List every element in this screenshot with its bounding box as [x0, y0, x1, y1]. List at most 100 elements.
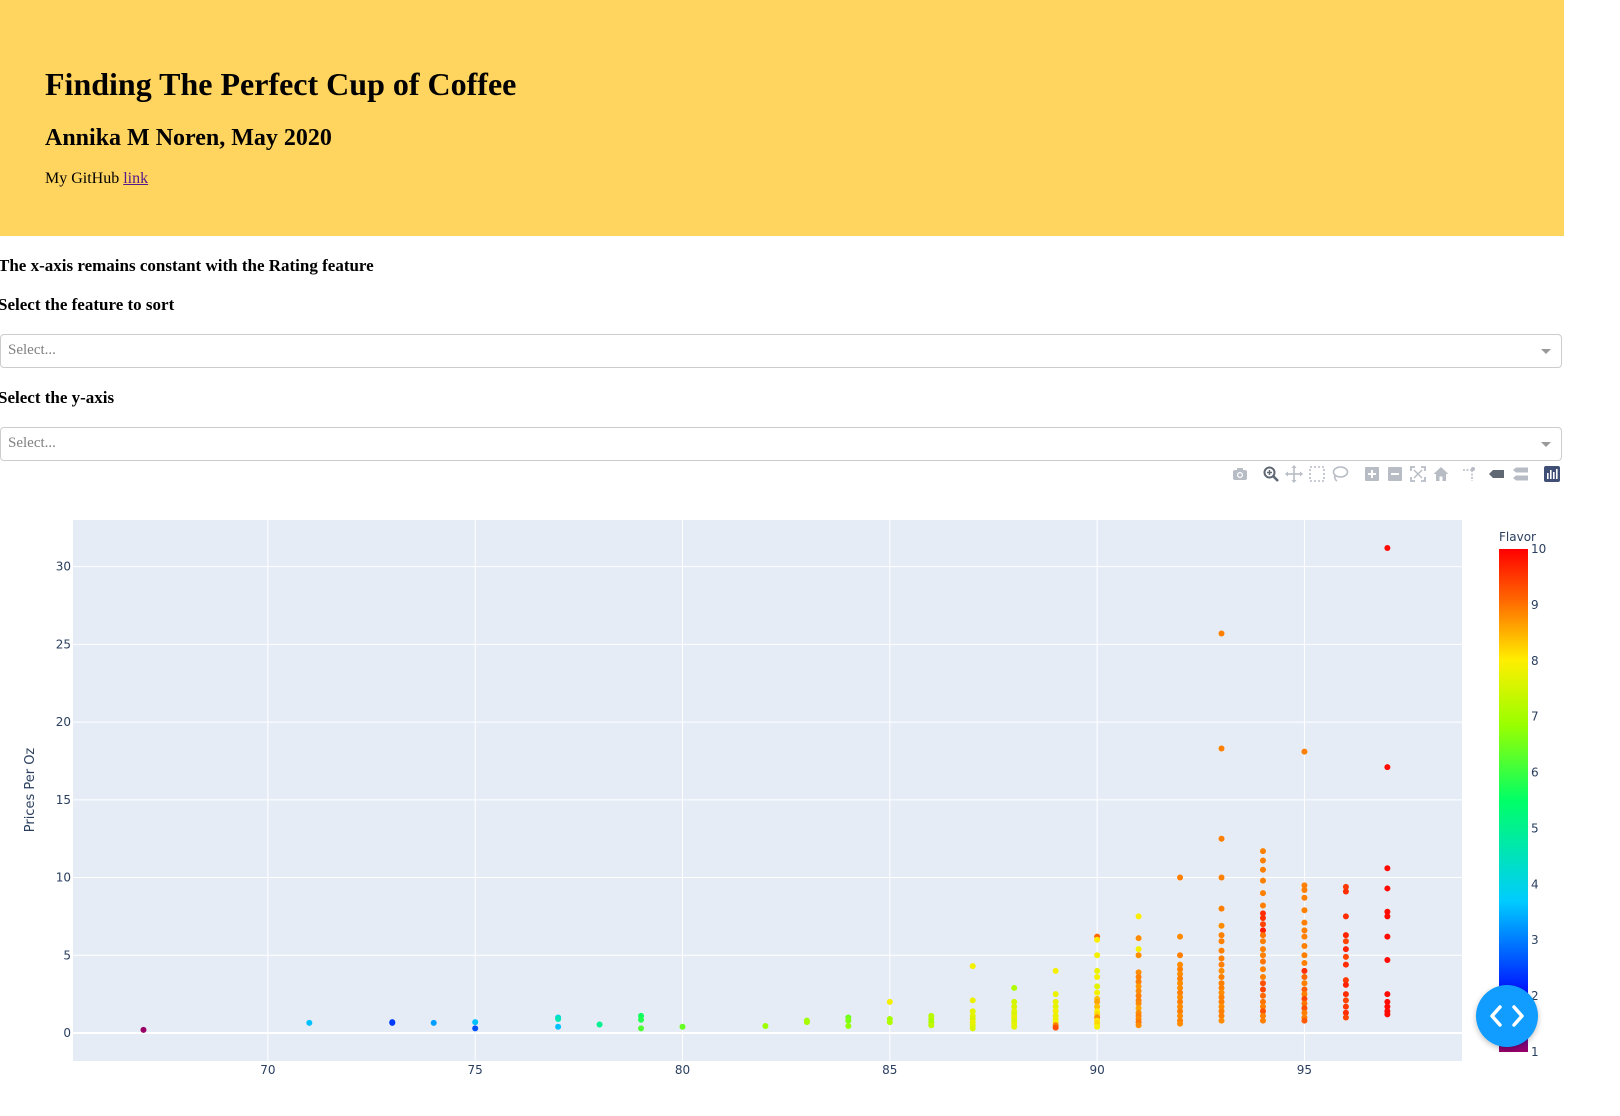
- data-point: [1301, 748, 1308, 755]
- plotly-logo-icon[interactable]: [1542, 464, 1562, 484]
- data-point: [969, 997, 976, 1004]
- y-tick-label: 0: [63, 1026, 71, 1040]
- colorbar-tick-label: 8: [1531, 654, 1539, 668]
- lasso-select-icon[interactable]: [1330, 464, 1350, 484]
- data-point: [1342, 932, 1349, 939]
- data-point: [1218, 998, 1225, 1005]
- data-point: [1384, 764, 1391, 771]
- data-point: [1094, 974, 1101, 981]
- data-point: [555, 1023, 562, 1030]
- data-point: [1094, 1003, 1101, 1010]
- x-axis-note: The x-axis remains constant with the Rat…: [0, 256, 374, 275]
- pan-icon[interactable]: [1284, 464, 1304, 484]
- data-point: [1177, 998, 1184, 1005]
- reset-axes-icon[interactable]: [1431, 464, 1451, 484]
- data-point: [1052, 1016, 1059, 1023]
- y-axis-label: Select the y-axis: [0, 388, 115, 407]
- camera-icon[interactable]: [1230, 464, 1250, 484]
- data-point: [389, 1019, 396, 1026]
- data-point: [1094, 967, 1101, 974]
- data-point: [1259, 890, 1266, 897]
- zoom-icon[interactable]: [1261, 464, 1281, 484]
- data-point: [1052, 1022, 1059, 1029]
- data-point: [1384, 998, 1391, 1005]
- dev-tools-button[interactable]: [1476, 985, 1538, 1047]
- data-point: [1259, 952, 1266, 959]
- data-point: [1342, 953, 1349, 960]
- y-axis-placeholder: Select...: [8, 435, 56, 451]
- data-point: [140, 1026, 147, 1033]
- data-point: [1177, 1012, 1184, 1019]
- colorbar-title: Flavor: [1499, 530, 1536, 544]
- github-link[interactable]: link: [123, 170, 148, 187]
- data-point: [1259, 877, 1266, 884]
- zoom-out-icon[interactable]: [1385, 464, 1405, 484]
- data-point: [1135, 978, 1142, 985]
- x-tick-label: 85: [882, 1063, 897, 1077]
- data-point: [1218, 1008, 1225, 1015]
- colorbar-tick-label: 9: [1531, 598, 1539, 612]
- data-point: [1177, 1020, 1184, 1027]
- data-point: [1301, 886, 1308, 893]
- sort-feature-dropdown[interactable]: Select...: [0, 334, 1562, 368]
- spike-lines-icon[interactable]: [1460, 464, 1480, 484]
- data-point: [1301, 1017, 1308, 1024]
- data-point: [1052, 967, 1059, 974]
- data-point: [1177, 1003, 1184, 1010]
- data-point: [1301, 1000, 1308, 1007]
- data-point: [1301, 942, 1308, 949]
- hover-compare-icon[interactable]: [1510, 464, 1530, 484]
- sort-feature-label: Select the feature to sort: [0, 295, 175, 314]
- data-point: [1342, 938, 1349, 945]
- data-point: [928, 1019, 935, 1026]
- data-point: [1177, 952, 1184, 959]
- data-point: [1342, 961, 1349, 968]
- data-point: [1259, 938, 1266, 945]
- data-point: [1094, 995, 1101, 1002]
- data-point: [1342, 1014, 1349, 1021]
- data-point: [969, 1016, 976, 1023]
- data-point: [1301, 980, 1308, 987]
- data-point: [845, 1023, 852, 1030]
- data-point: [1135, 913, 1142, 920]
- plot-modebar: [1228, 462, 1564, 486]
- data-point: [430, 1019, 437, 1026]
- data-point: [1259, 1008, 1266, 1015]
- data-point: [1177, 933, 1184, 940]
- y-tick-label: 20: [56, 715, 71, 729]
- chevron-down-icon[interactable]: [1541, 442, 1551, 447]
- plot-area: [73, 520, 1462, 1061]
- y-axis-dropdown[interactable]: Select...: [0, 427, 1562, 461]
- data-point: [969, 1008, 976, 1015]
- data-point: [1301, 919, 1308, 926]
- data-point: [928, 1012, 935, 1019]
- data-point: [1094, 989, 1101, 996]
- hover-closest-icon[interactable]: [1486, 464, 1506, 484]
- data-point: [1301, 974, 1308, 981]
- data-point: [1384, 913, 1391, 920]
- data-point: [1384, 865, 1391, 872]
- data-point: [1011, 1014, 1018, 1021]
- data-point: [1218, 835, 1225, 842]
- data-point: [1259, 866, 1266, 873]
- x-tick-label: 80: [675, 1063, 690, 1077]
- data-point: [1259, 902, 1266, 909]
- chevron-down-icon[interactable]: [1541, 349, 1551, 354]
- data-point: [1259, 1012, 1266, 1019]
- github-prefix: My GitHub: [45, 170, 124, 187]
- data-point: [1259, 1017, 1266, 1024]
- autoscale-icon[interactable]: [1408, 464, 1428, 484]
- box-select-icon[interactable]: [1307, 464, 1327, 484]
- data-point: [1342, 977, 1349, 984]
- data-point: [1301, 1005, 1308, 1012]
- zoom-in-icon[interactable]: [1362, 464, 1382, 484]
- code-brackets-icon: [1490, 1005, 1524, 1027]
- y-tick-label: 5: [63, 948, 71, 962]
- data-point: [1301, 960, 1308, 967]
- colorbar-tick-label: 4: [1531, 877, 1539, 891]
- data-point: [1259, 932, 1266, 939]
- data-point: [1259, 946, 1266, 953]
- data-point: [555, 1014, 562, 1021]
- github-line: My GitHub link: [45, 168, 148, 190]
- data-point: [1218, 1017, 1225, 1024]
